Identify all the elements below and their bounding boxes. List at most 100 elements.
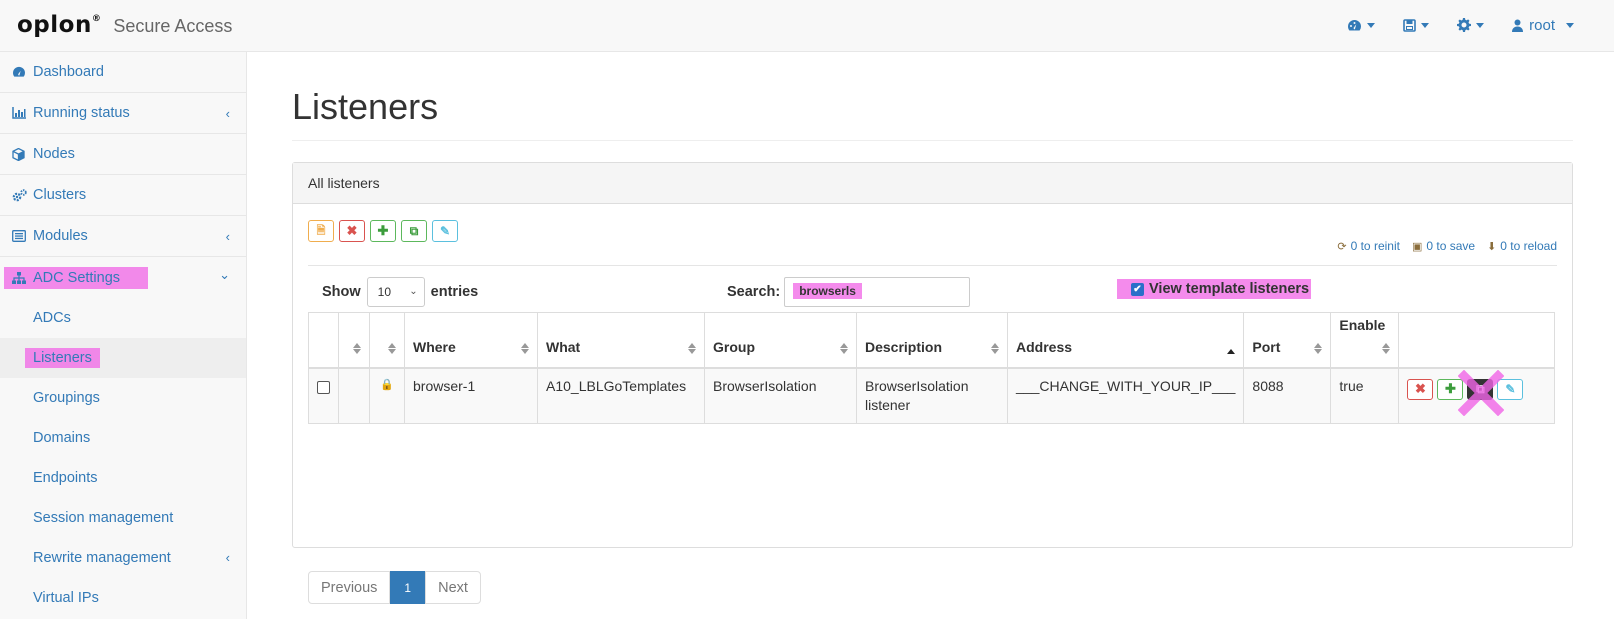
sort-column-header[interactable] [338, 312, 370, 369]
column-header-address[interactable]: Address [1006, 312, 1245, 369]
save-counter[interactable]: ▣ 0 to save [1412, 239, 1475, 253]
chevron-left-icon: ‹ [225, 106, 230, 121]
sidebar-subitem-listeners[interactable]: Listeners [0, 338, 246, 378]
panel-heading: All listeners [293, 163, 1572, 204]
sidebar-subitem-session-management[interactable]: Session management [0, 498, 246, 538]
list-alt-icon [12, 230, 28, 242]
next-page-button[interactable]: Next [425, 571, 481, 604]
edit-button[interactable]: ✎ [432, 220, 458, 242]
delete-button[interactable]: ✖ [339, 220, 365, 242]
header-label: Address [1016, 338, 1073, 355]
sidebar-subitem-groupings[interactable]: Groupings [0, 378, 246, 418]
copy-icon: ⧉ [409, 223, 419, 238]
entries-select[interactable]: 10 ⌄ [366, 277, 425, 307]
sidebar-item-nodes[interactable]: Nodes [0, 134, 246, 175]
chevron-down-icon: ⌄ [219, 267, 230, 282]
floppy-icon: ▣ [1411, 240, 1423, 253]
column-header-port[interactable]: Port [1243, 312, 1332, 369]
row-delete-button[interactable]: ✖ [1407, 378, 1434, 400]
sidebar-subitem-virtual-ips[interactable]: Virtual IPs [0, 578, 246, 618]
floppy-icon [1403, 18, 1416, 32]
export-button[interactable]: 🗎 [308, 220, 334, 242]
sidebar-item-modules[interactable]: Modules ‹ [0, 216, 246, 257]
sidebar-item-running-status[interactable]: Running status ‹ [0, 93, 246, 134]
refresh-icon: ⟳ [1337, 240, 1347, 253]
sitemap-icon [12, 271, 28, 284]
select-column-header [308, 312, 339, 369]
lock-column-header[interactable] [369, 312, 405, 369]
sidebar-subitem-label: ADCs [33, 310, 71, 326]
cell-description: BrowserIsolation listener [856, 367, 1008, 424]
column-header-where[interactable]: Where [404, 312, 538, 369]
column-header-description[interactable]: Description [856, 312, 1008, 369]
template-checkbox[interactable]: ✔ [1131, 282, 1144, 296]
row-add-button[interactable]: ✚ [1437, 378, 1464, 400]
search-label: Search: [727, 284, 781, 300]
oplon-logo: oplon® [17, 12, 102, 38]
chevron-down-icon [1421, 22, 1430, 28]
sort-icon [1314, 342, 1323, 354]
page-1-button[interactable]: 1 [390, 571, 426, 604]
sidebar-item-label: Clusters [33, 187, 87, 203]
sidebar-subitem-adcs[interactable]: ADCs [0, 298, 246, 338]
edit-icon: ✎ [439, 224, 451, 238]
sidebar-subitem-label: Endpoints [33, 470, 98, 486]
sidebar-item-adc-settings[interactable]: ADC Settings ⌄ [0, 257, 246, 298]
search-input[interactable]: browserls [784, 277, 971, 307]
sort-icon [521, 342, 529, 354]
sidebar-item-dashboard[interactable]: Dashboard [0, 52, 246, 93]
sidebar-subitem-rewrite-management[interactable]: Rewrite management ‹ [0, 538, 246, 578]
search-control: Search: browserls [727, 277, 971, 307]
sort-icon [353, 342, 361, 354]
row-edit-button[interactable]: ✎ [1497, 378, 1524, 400]
dashboard-menu[interactable] [1333, 0, 1389, 50]
sort-icon [688, 342, 696, 354]
sidebar-subitem-label: Groupings [33, 390, 100, 406]
header-label: What [546, 338, 581, 355]
header-label: Description [865, 338, 943, 355]
brand[interactable]: oplon® Secure Access [17, 12, 232, 38]
sidebar-subitem-label: Rewrite management [33, 550, 171, 566]
row-checkbox[interactable] [317, 380, 330, 394]
top-navbar: oplon® Secure Access root [0, 0, 1614, 52]
sidebar-item-label: Nodes [33, 146, 75, 162]
sidebar-subitem-endpoints[interactable]: Endpoints [0, 458, 246, 498]
table-row[interactable]: 🔒 browser-1 A10_LBLGoTemplates BrowserIs… [308, 367, 1555, 424]
plus-icon: ✚ [1444, 381, 1456, 396]
add-button[interactable]: ✚ [370, 220, 396, 242]
sidebar-item-clusters[interactable]: Clusters [0, 175, 246, 216]
lock-icon: 🔒 [369, 367, 405, 424]
reinit-counter[interactable]: ⟳ 0 to reinit [1337, 239, 1400, 253]
sidebar-subitem-label: Listeners [25, 348, 100, 368]
row-sort-cell [338, 367, 370, 424]
column-header-group[interactable]: Group [704, 312, 857, 369]
sidebar-item-label: Running status [33, 105, 130, 121]
listeners-panel: All listeners 🗎 ✖ ✚ ⧉ ✎ ⟳ 0 to reinit ▣ 0 … [292, 162, 1573, 604]
sidebar-subitem-domains[interactable]: Domains [0, 418, 246, 458]
table-header-row: Where What Group Description Address Por… [308, 312, 1555, 369]
bar-chart-icon [12, 107, 28, 119]
cell-port: 8088 [1243, 367, 1332, 424]
sort-asc-icon [1227, 348, 1236, 354]
header-label: Port [1252, 338, 1281, 355]
column-header-enable[interactable]: Enable [1330, 312, 1400, 369]
entries-label: entries [430, 284, 479, 300]
column-header-what[interactable]: What [537, 312, 705, 369]
user-menu[interactable]: root [1498, 0, 1588, 50]
previous-page-button[interactable]: Previous [308, 571, 391, 604]
close-icon: ✖ [1414, 381, 1426, 396]
chevron-down-icon [1566, 22, 1574, 28]
clone-button[interactable]: ⧉ [401, 220, 427, 242]
reload-counter[interactable]: ⬇ 0 to reload [1487, 239, 1557, 253]
settings-menu[interactable] [1443, 0, 1498, 50]
pending-counters: ⟳ 0 to reinit ▣ 0 to save ⬇ 0 to reload [1337, 239, 1557, 253]
sidebar-item-label: ADC Settings [33, 269, 121, 286]
sidebar-item-label: Modules [33, 228, 88, 244]
listeners-table: Where What Group Description Address Por… [308, 312, 1555, 424]
row-clone-button[interactable]: ⧉ [1458, 369, 1505, 416]
save-menu[interactable] [1389, 0, 1443, 50]
header-label: Enable [1339, 316, 1386, 333]
view-template-toggle[interactable]: ✔ View template listeners [1117, 279, 1312, 299]
toolbar-divider [308, 265, 1557, 266]
cell-group: BrowserIsolation [704, 367, 857, 424]
